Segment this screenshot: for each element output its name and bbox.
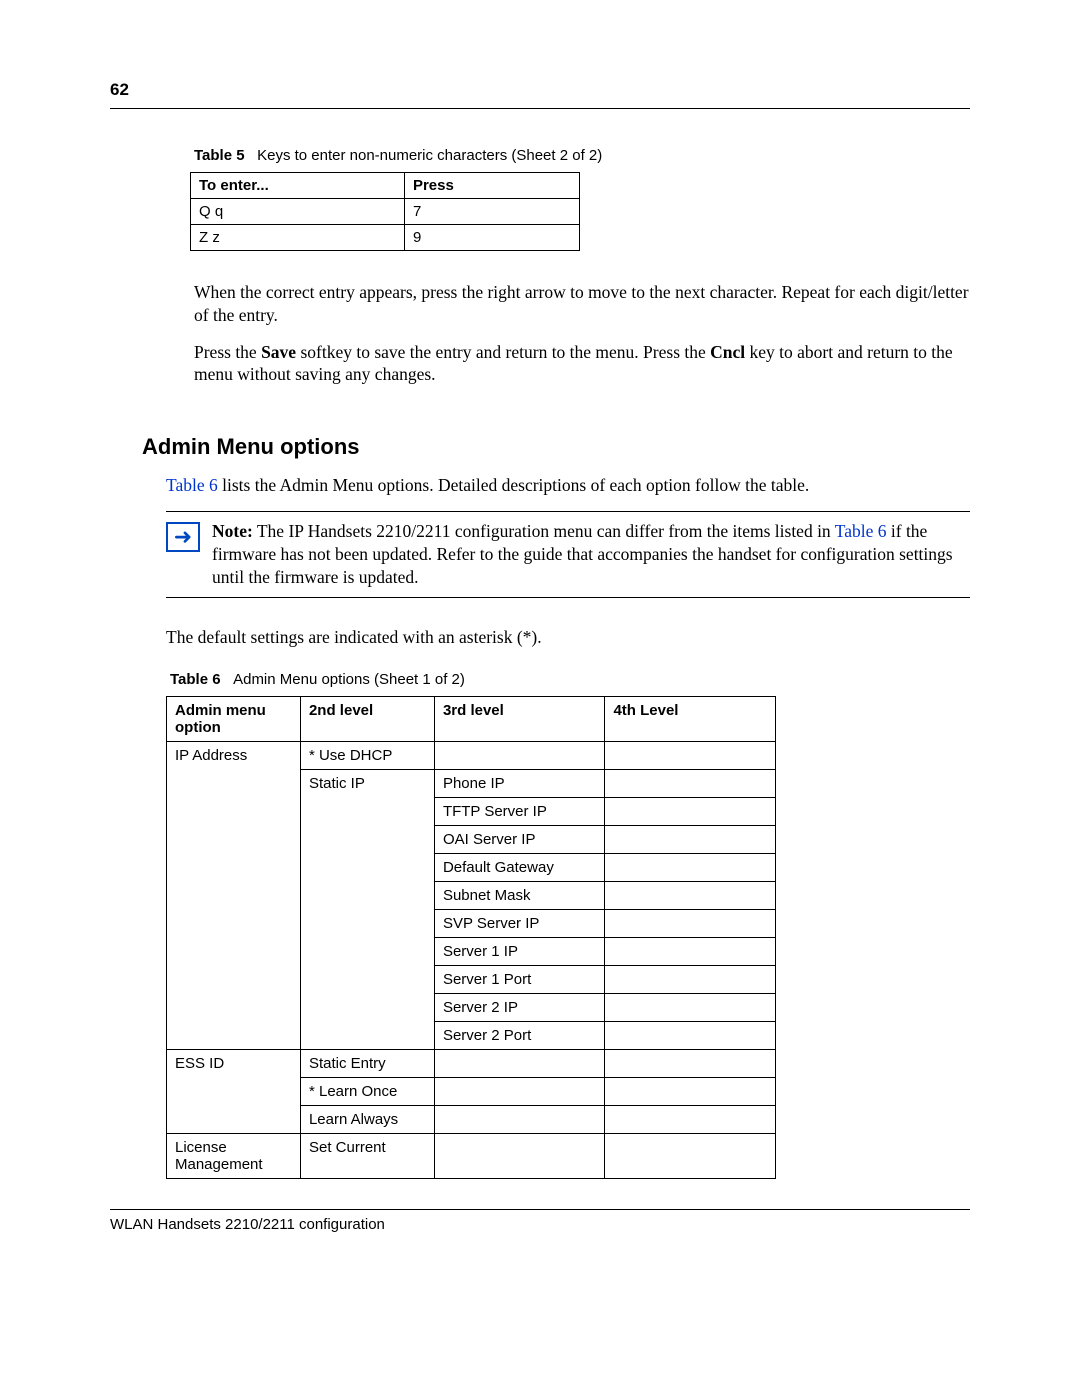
cell [605,965,776,993]
cell: OAI Server IP [434,825,605,853]
cell: Server 1 Port [434,965,605,993]
section-heading: Admin Menu options [142,434,970,460]
cell: Default Gateway [434,853,605,881]
note-block: ➜ Note: The IP Handsets 2210/2211 config… [166,511,970,598]
cell: * Learn Once [300,1077,434,1105]
cell [605,1049,776,1077]
cell: ESS ID [167,1049,301,1133]
table6: Admin menu option 2nd level 3rd level 4t… [166,696,776,1179]
cell [434,1077,605,1105]
cell: Q q [191,199,405,225]
cell [605,1133,776,1178]
cell [605,1105,776,1133]
cell [434,1133,605,1178]
table-row: IP Address * Use DHCP [167,741,776,769]
cell: Subnet Mask [434,881,605,909]
page-number: 62 [110,80,970,100]
cell [605,993,776,1021]
cell [605,741,776,769]
cell: Phone IP [434,769,605,797]
cell [605,797,776,825]
h1: Admin menu option [167,696,301,741]
cell: Learn Always [300,1105,434,1133]
cell [434,741,605,769]
cell: 9 [404,225,579,251]
footer-text: WLAN Handsets 2210/2211 configuration [110,1216,970,1233]
cell: 7 [404,199,579,225]
cncl-key-label: Cncl [710,342,745,362]
paragraph: Press the Save softkey to save the entry… [194,341,970,387]
cell [605,937,776,965]
table-row: Z z 9 [191,225,580,251]
note-text: Note: The IP Handsets 2210/2211 configur… [212,520,970,589]
table6-link[interactable]: Table 6 [835,521,887,541]
table6-link[interactable]: Table 6 [166,475,218,495]
cell [605,769,776,797]
cell: Static IP [300,769,434,1049]
cell [434,1105,605,1133]
table5-caption-label: Table 5 [194,147,245,164]
table6-caption-label: Table 6 [170,671,221,688]
cell: Server 2 Port [434,1021,605,1049]
cell: TFTP Server IP [434,797,605,825]
cell [605,909,776,937]
cell: Set Current [300,1133,434,1178]
save-key-label: Save [261,342,296,362]
arrow-icon: ➜ [174,526,192,548]
cell [605,1077,776,1105]
text: lists the Admin Menu options. Detailed d… [218,475,810,495]
table-header: Admin menu option 2nd level 3rd level 4t… [167,696,776,741]
text: Press the [194,342,261,362]
cell: Server 2 IP [434,993,605,1021]
table5-h1: To enter... [191,173,405,199]
paragraph: When the correct entry appears, press th… [194,281,970,327]
paragraph: The default settings are indicated with … [166,626,970,649]
text: The IP Handsets 2210/2211 configuration … [253,521,835,541]
note-arrow-icon: ➜ [166,522,200,552]
cell [605,825,776,853]
cell: IP Address [167,741,301,1049]
cell: Static Entry [300,1049,434,1077]
cell: License Management [167,1133,301,1178]
cell: Server 1 IP [434,937,605,965]
table5: To enter... Press Q q 7 Z z 9 [190,172,580,251]
h2: 2nd level [300,696,434,741]
text: softkey to save the entry and return to … [296,342,710,362]
paragraph: Table 6 lists the Admin Menu options. De… [166,474,970,497]
cell: Z z [191,225,405,251]
table-row: Q q 7 [191,199,580,225]
h4: 4th Level [605,696,776,741]
cell [434,1049,605,1077]
table5-caption: Table 5 Keys to enter non-numeric charac… [194,147,970,164]
table6-caption-text: Admin Menu options (Sheet 1 of 2) [233,671,465,688]
table5-caption-text: Keys to enter non-numeric characters (Sh… [257,147,602,164]
cell [605,853,776,881]
table-header: To enter... Press [191,173,580,199]
table6-caption: Table 6 Admin Menu options (Sheet 1 of 2… [170,671,970,688]
h3: 3rd level [434,696,605,741]
cell: SVP Server IP [434,909,605,937]
cell: * Use DHCP [300,741,434,769]
note-label: Note: [212,521,253,541]
cell [605,1021,776,1049]
top-rule [110,108,970,109]
footer-rule [110,1209,970,1210]
table-row: License Management Set Current [167,1133,776,1178]
table-row: ESS ID Static Entry [167,1049,776,1077]
cell [605,881,776,909]
table5-h2: Press [404,173,579,199]
